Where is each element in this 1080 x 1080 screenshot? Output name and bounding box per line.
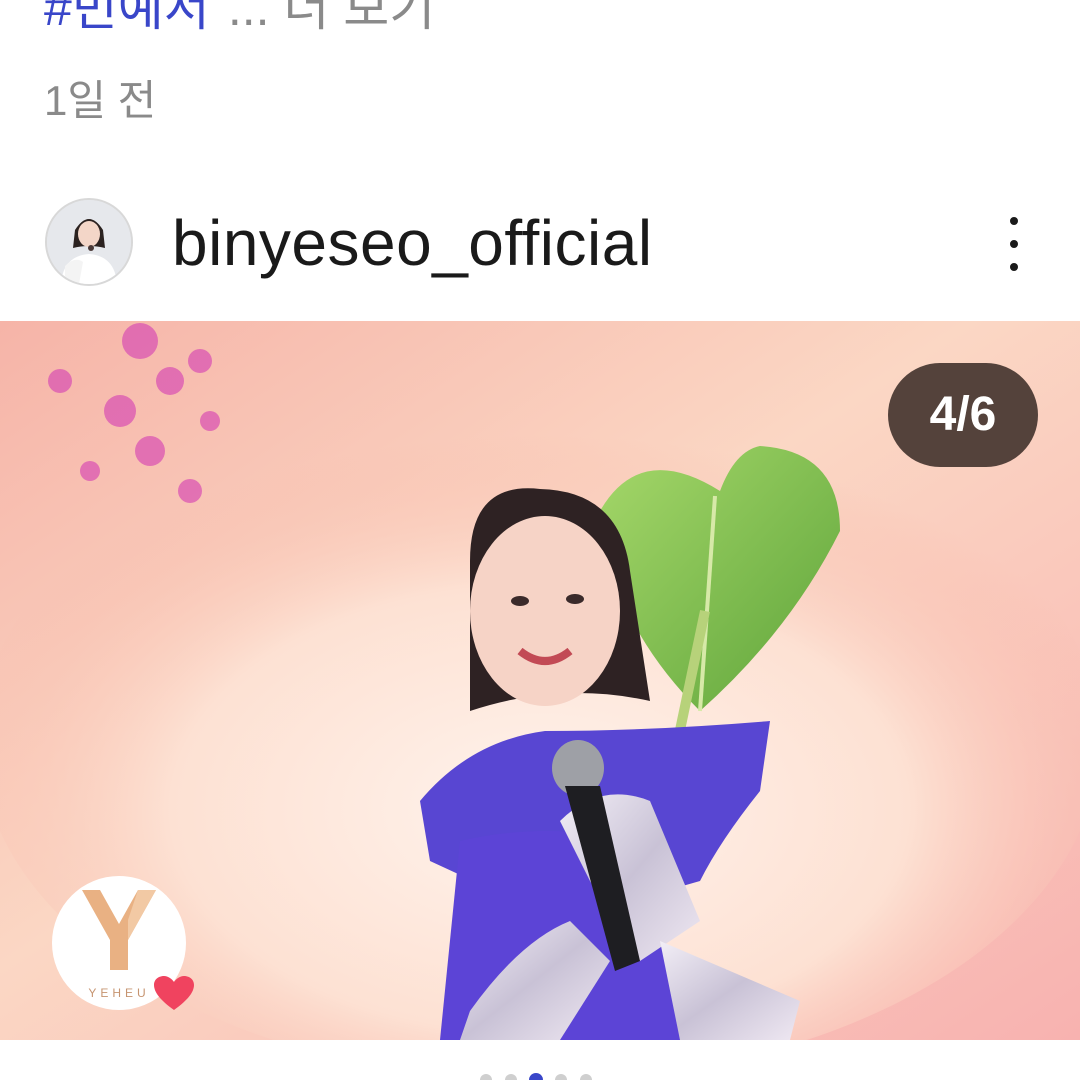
carousel-dot-active bbox=[529, 1073, 543, 1080]
carousel-dots bbox=[480, 1073, 592, 1080]
image-counter-badge: 4/6 bbox=[888, 363, 1038, 467]
carousel-dot bbox=[505, 1074, 517, 1080]
post-username[interactable]: binyeseo_official bbox=[172, 207, 653, 279]
menu-dot bbox=[1010, 217, 1018, 225]
more-vertical-icon[interactable] bbox=[992, 217, 1036, 271]
menu-dot bbox=[1010, 263, 1018, 271]
post-timestamp: 1일 전 bbox=[44, 77, 157, 124]
avatar[interactable] bbox=[45, 198, 133, 286]
heart-icon bbox=[154, 976, 194, 1010]
caption-tail: #빈예서 ... 더 보기 bbox=[44, 0, 435, 38]
fanclub-logo: YEHEU bbox=[52, 876, 194, 1010]
menu-dot bbox=[1010, 240, 1018, 248]
carousel-dot bbox=[480, 1074, 492, 1080]
post-header: binyeseo_official bbox=[0, 195, 1080, 290]
carousel-dot bbox=[555, 1074, 567, 1080]
hashtag-link[interactable]: #빈예서 bbox=[44, 0, 210, 36]
more-link[interactable]: ... 더 보기 bbox=[228, 0, 435, 36]
carousel-dot bbox=[580, 1074, 592, 1080]
